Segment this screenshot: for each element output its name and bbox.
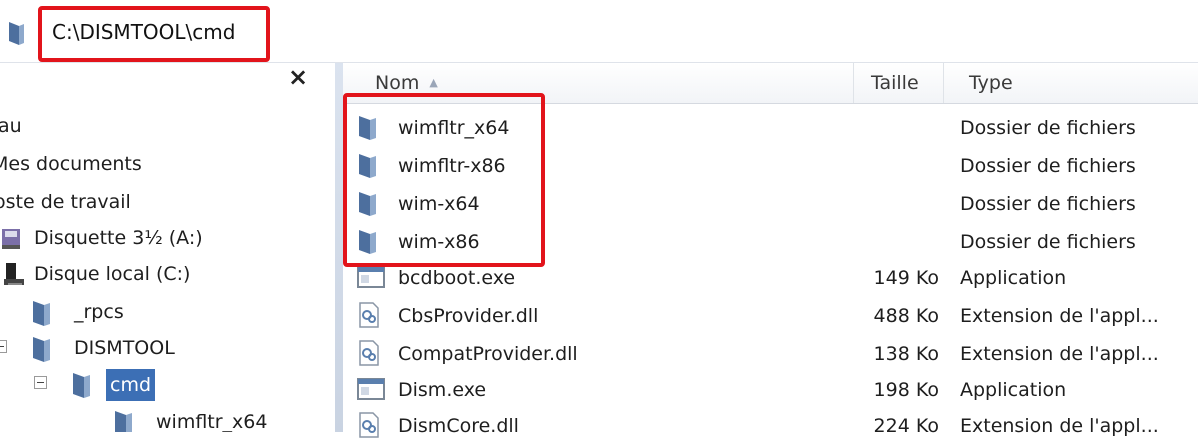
tree-item-label: _rpcs [74,301,124,323]
folder-icon [8,20,26,50]
folder-icon [32,299,52,332]
file-name: Dism.exe [398,379,487,401]
tree-item-label: Disque local (C:) [34,263,191,285]
tree-item-label-selected: cmd [106,369,156,401]
column-header-type[interactable]: Type [969,63,1013,103]
close-icon[interactable]: × [288,63,308,91]
file-type: Dossier de fichiers [960,231,1136,253]
floppy-icon [0,225,22,256]
column-header-name-label: Nom [375,72,420,94]
tree-item-label: wimfltr_x64 [156,411,268,432]
tree-item-label: DISMTOOL [74,337,175,359]
file-list[interactable]: Nom ▲ Taille Type wimfltr_x64 Dossier de … [343,63,1198,438]
list-item[interactable]: DismCore.dll 224 Ko Extension de l'appl.… [343,407,1198,445]
dll-icon [357,339,381,372]
annotation-highlight-folders [343,93,545,267]
tree-item-label: oste de travail [0,191,131,213]
pane-splitter[interactable] [335,63,343,432]
tree-item-label: Disquette 3½ (A:) [34,227,203,249]
file-size: 198 Ko [873,379,939,401]
file-size: 488 Ko [873,305,939,327]
file-type: Dossier de fichiers [960,155,1136,177]
folder-tree[interactable]: × au Mes documents oste de travail Disqu… [0,63,335,432]
collapse-toggle[interactable] [34,376,47,389]
file-type: Dossier de fichiers [960,193,1136,215]
column-divider[interactable] [943,63,944,103]
dll-icon [357,411,381,444]
file-type: Dossier de fichiers [960,117,1136,139]
file-type: Application [960,267,1067,289]
file-name: DismCore.dll [398,415,519,437]
file-type: Application [960,379,1067,401]
list-item[interactable]: Dism.exe 198 Ko Application [343,371,1198,409]
folder-icon [32,335,52,368]
file-size: 149 Ko [873,267,939,289]
annotation-highlight-address [38,6,270,62]
exe-icon [357,375,385,406]
hard-drive-icon [4,261,26,294]
tree-item-label: Mes documents [0,153,142,175]
collapse-toggle[interactable] [0,340,7,353]
file-size: 224 Ko [873,415,939,437]
list-item[interactable]: CbsProvider.dll 488 Ko Extension de l'ap… [343,297,1198,335]
column-header-size[interactable]: Taille [871,63,919,103]
folder-icon [72,371,92,404]
file-type: Extension de l'appl... [960,415,1159,437]
address-bar[interactable]: C:\DISMTOOL\cmd [0,0,1198,63]
file-type: Extension de l'appl... [960,343,1159,365]
folder-icon [114,409,134,432]
file-type: Extension de l'appl... [960,305,1159,327]
list-item[interactable]: CompatProvider.dll 138 Ko Extension de l… [343,335,1198,373]
file-name: CompatProvider.dll [398,343,578,365]
column-divider[interactable] [853,63,854,103]
file-name: bcdboot.exe [398,267,516,289]
dll-icon [357,301,381,334]
exe-icon [357,263,385,294]
tree-item-label: au [0,115,22,137]
file-name: CbsProvider.dll [398,305,539,327]
file-size: 138 Ko [873,343,939,365]
